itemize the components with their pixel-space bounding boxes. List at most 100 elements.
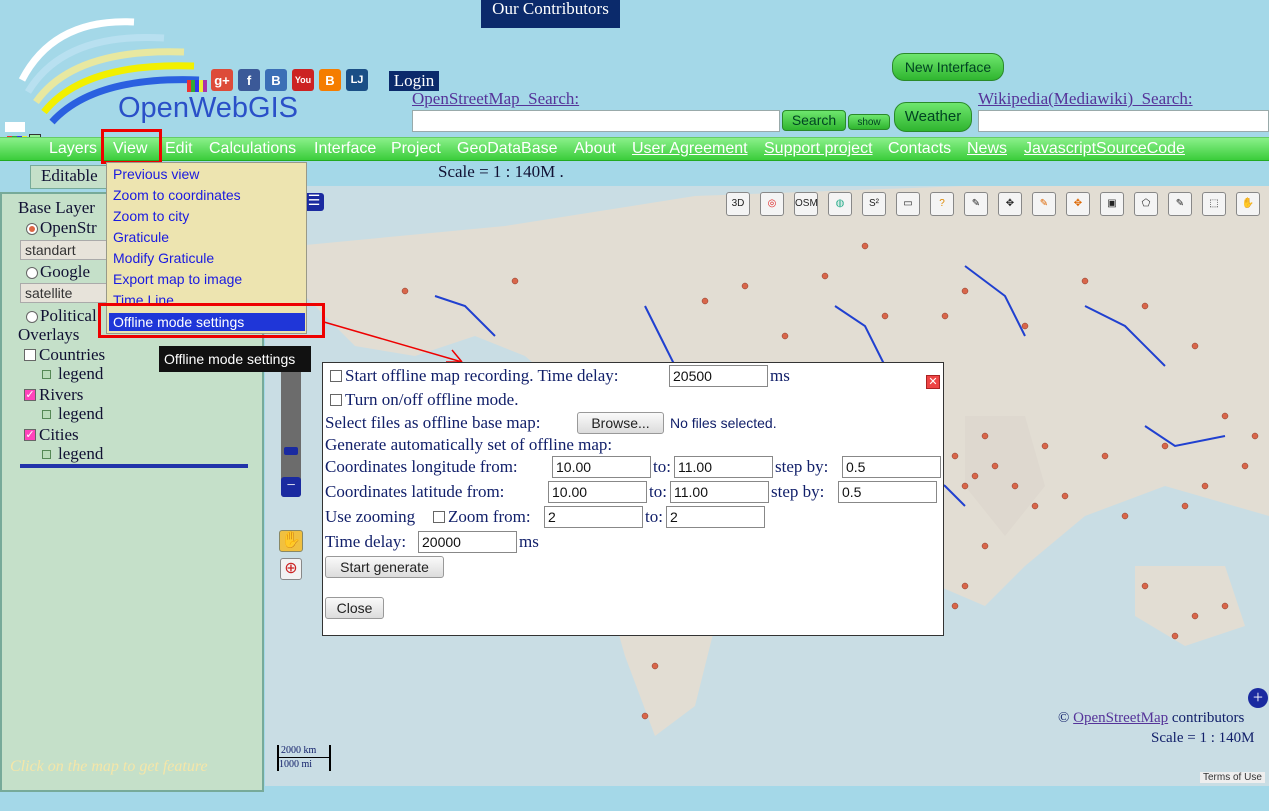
blogger-icon[interactable]: B xyxy=(319,69,341,91)
menu-previous-view[interactable]: Previous view xyxy=(113,166,199,182)
scale-km: 2000 km xyxy=(281,745,317,756)
google-radio[interactable] xyxy=(26,267,38,279)
google-style-select[interactable]: satellite xyxy=(20,283,108,303)
zoom-from-input[interactable]: 2 xyxy=(544,506,643,528)
menu-calculations[interactable]: Calculations xyxy=(209,140,296,158)
ruler-icon[interactable]: ▭ xyxy=(896,192,920,216)
zoom-to-label: to: xyxy=(645,507,663,526)
terms-link[interactable]: Terms of Use xyxy=(1200,772,1265,783)
menu-user-agreement[interactable]: User Agreement xyxy=(632,140,748,158)
latitude-label: Coordinates latitude from: xyxy=(325,482,505,501)
menu-news[interactable]: News xyxy=(967,140,1007,158)
osm-search-link[interactable]: OpenStreetMap_Search: xyxy=(412,89,579,109)
time-delay-ms-label: ms xyxy=(519,532,539,551)
time-delay-input[interactable]: 20000 xyxy=(418,531,517,553)
longitude-to-input[interactable]: 11.00 xyxy=(674,456,773,478)
menu-geodatabase[interactable]: GeoDataBase xyxy=(457,140,558,158)
box-select-icon[interactable]: ⬚ xyxy=(1202,192,1226,216)
zoom-to-input[interactable]: 2 xyxy=(666,506,765,528)
latitude-step-input[interactable]: 0.5 xyxy=(838,481,937,503)
offline-mode-checkbox[interactable] xyxy=(330,394,342,406)
zoom-checkbox[interactable] xyxy=(433,511,445,523)
close-button[interactable]: Close xyxy=(325,597,384,619)
menu-interface[interactable]: Interface xyxy=(314,140,376,158)
osm-style-select[interactable]: standart xyxy=(20,240,108,260)
menu-graticule[interactable]: Graticule xyxy=(113,229,169,245)
top-scale-text: Scale = 1 : 140M . xyxy=(438,162,564,181)
move-feature-icon[interactable]: ✥ xyxy=(1066,192,1090,216)
edit-icon[interactable]: ✎ xyxy=(1032,192,1056,216)
layer-switcher-icon[interactable]: ☰ xyxy=(304,193,324,211)
recording-delay-input[interactable]: 20500 xyxy=(669,365,768,387)
area-icon[interactable]: S² xyxy=(862,192,886,216)
base-layers-heading: Base Layer xyxy=(18,198,95,217)
navigate-hand-icon[interactable]: ✋ xyxy=(279,530,303,552)
use-zooming-label: Use zooming xyxy=(325,507,416,526)
search-button[interactable]: Search xyxy=(782,110,846,131)
expand-icon[interactable] xyxy=(42,450,51,459)
countries-legend[interactable]: legend xyxy=(58,364,103,384)
contributors-button[interactable]: Our Contributors xyxy=(481,0,620,28)
youtube-icon[interactable]: You xyxy=(292,69,314,91)
show-button[interactable]: show xyxy=(848,114,890,130)
weather-button[interactable]: Weather xyxy=(894,102,972,132)
cities-legend[interactable]: legend xyxy=(58,444,103,464)
longitude-step-label: step by: xyxy=(775,457,829,476)
polygon-icon[interactable]: ⬠ xyxy=(1134,192,1158,216)
longitude-from-input[interactable]: 10.00 xyxy=(552,456,651,478)
blogger-b-icon[interactable]: B xyxy=(265,69,287,91)
browse-button[interactable]: Browse... xyxy=(577,412,664,434)
close-icon[interactable]: ✕ xyxy=(926,375,940,389)
menu-zoom-to-city[interactable]: Zoom to city xyxy=(113,208,189,224)
menu-support-project[interactable]: Support project xyxy=(764,140,873,158)
latitude-from-input[interactable]: 10.00 xyxy=(548,481,647,503)
ms-label: ms xyxy=(770,366,790,385)
rivers-legend[interactable]: legend xyxy=(58,404,103,424)
hand-icon[interactable]: ✋ xyxy=(1236,192,1260,216)
menu-layers[interactable]: Layers xyxy=(49,140,97,158)
draw-line-icon[interactable]: ✎ xyxy=(964,192,988,216)
menu-contacts[interactable]: Contacts xyxy=(888,140,951,158)
globe-icon[interactable]: ◍ xyxy=(828,192,852,216)
3d-icon[interactable]: 3D xyxy=(726,192,750,216)
wiki-search-input[interactable] xyxy=(978,110,1269,132)
google-plus-icon[interactable]: g+ xyxy=(211,69,233,91)
osm-search-input[interactable] xyxy=(412,110,780,132)
pan-icon[interactable]: ✥ xyxy=(998,192,1022,216)
expand-icon[interactable] xyxy=(42,410,51,419)
start-recording-checkbox[interactable] xyxy=(330,370,342,382)
menu-project[interactable]: Project xyxy=(391,140,441,158)
political-radio[interactable] xyxy=(26,311,38,323)
countries-checkbox[interactable] xyxy=(24,349,36,361)
osm-radio[interactable] xyxy=(26,223,38,235)
zoom-slider[interactable]: − xyxy=(281,359,301,497)
login-button[interactable]: Login xyxy=(389,71,439,91)
menu-modify-graticule[interactable]: Modify Graticule xyxy=(113,250,214,266)
sidebar-divider xyxy=(20,464,248,468)
longitude-step-input[interactable]: 0.5 xyxy=(842,456,941,478)
new-interface-button[interactable]: New Interface xyxy=(892,53,1004,81)
osm-icon[interactable]: OSM xyxy=(794,192,818,216)
menu-edit[interactable]: Edit xyxy=(165,140,193,158)
rivers-checkbox[interactable]: ✓ xyxy=(24,389,36,401)
wiki-search-link[interactable]: Wikipedia(Mediawiki)_Search: xyxy=(978,89,1193,109)
target-icon[interactable]: ◎ xyxy=(760,192,784,216)
save-icon[interactable]: ▣ xyxy=(1100,192,1124,216)
editable-tab[interactable]: Editable xyxy=(30,165,108,189)
start-generate-button[interactable]: Start generate xyxy=(325,556,444,578)
menu-javascript-source[interactable]: JavascriptSourceCode xyxy=(1024,140,1185,158)
expand-plus-icon[interactable]: + xyxy=(1248,688,1268,708)
latitude-to-input[interactable]: 11.00 xyxy=(670,481,769,503)
query-icon[interactable]: ? xyxy=(930,192,954,216)
expand-icon[interactable] xyxy=(42,370,51,379)
menu-about[interactable]: About xyxy=(574,140,616,158)
facebook-icon[interactable]: f xyxy=(238,69,260,91)
zoom-box-icon[interactable]: ⊕ xyxy=(280,558,302,580)
livejournal-icon[interactable]: LJ xyxy=(346,69,368,91)
menu-export-map[interactable]: Export map to image xyxy=(113,271,242,287)
countries-label: Countries xyxy=(39,345,106,364)
cities-checkbox[interactable]: ✓ xyxy=(24,429,36,441)
modify-icon[interactable]: ✎ xyxy=(1168,192,1192,216)
osm-attribution-link[interactable]: OpenStreetMap xyxy=(1073,710,1168,726)
menu-zoom-to-coordinates[interactable]: Zoom to coordinates xyxy=(113,187,241,203)
